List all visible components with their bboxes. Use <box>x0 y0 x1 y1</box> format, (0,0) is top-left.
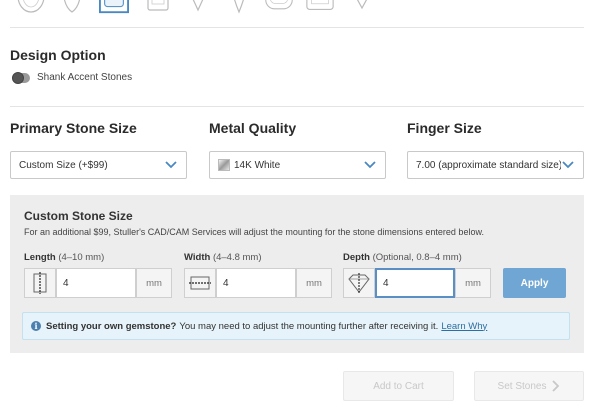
chevron-down-icon <box>561 158 575 172</box>
toggle-knob <box>12 72 24 84</box>
gemstone-info-banner: i Setting your own gemstone? You may nee… <box>22 312 570 340</box>
length-hint: (4–10 mm) <box>58 252 105 263</box>
depth-dimension-icon <box>343 268 375 298</box>
length-field-group: 4 mm <box>24 268 172 298</box>
custom-stone-size-heading: Custom Stone Size <box>24 209 133 223</box>
oval-shape-icon[interactable] <box>264 0 294 14</box>
design-option-heading: Design Option <box>10 47 106 63</box>
length-label-text: Length <box>24 252 56 263</box>
finger-size-value: 7.00 (approximate standard size) <box>416 159 561 171</box>
emerald-shape-icon[interactable] <box>143 0 173 14</box>
chevron-down-icon <box>164 158 178 172</box>
width-field-group: 4 mm <box>184 268 332 298</box>
depth-label: Depth (Optional, 0.8–4 mm) <box>343 252 462 263</box>
width-label: Width (4–4.8 mm) <box>184 252 262 263</box>
finger-size-select[interactable]: 7.00 (approximate standard size) <box>407 151 584 179</box>
custom-stone-size-panel: Custom Stone Size For an additional $99,… <box>10 195 584 353</box>
finger-size-label: Finger Size <box>407 120 482 136</box>
apply-button[interactable]: Apply <box>503 268 566 298</box>
metal-quality-label: Metal Quality <box>209 120 297 136</box>
length-input[interactable]: 4 <box>56 268 136 298</box>
add-to-cart-button[interactable]: Add to Cart <box>343 371 454 401</box>
marquise-shape-icon[interactable] <box>224 0 254 14</box>
cushion-shape-icon[interactable] <box>99 0 129 14</box>
depth-input[interactable]: 4 <box>375 268 455 298</box>
metal-quality-value: 14K White <box>234 159 281 171</box>
depth-unit: mm <box>455 268 491 298</box>
pear-shape-icon[interactable] <box>57 0 87 14</box>
learn-why-link[interactable]: Learn Why <box>441 321 487 332</box>
set-stones-label: Set Stones <box>497 380 547 392</box>
info-icon: i <box>31 321 41 331</box>
round-shape-icon[interactable] <box>16 0 46 14</box>
primary-stone-size-select[interactable]: Custom Size (+$99) <box>10 151 187 179</box>
info-bold-text: Setting your own gemstone? <box>46 320 177 332</box>
depth-field-group: 4 mm <box>343 268 491 298</box>
length-label: Length (4–10 mm) <box>24 252 104 263</box>
width-hint: (4–4.8 mm) <box>212 252 262 263</box>
radiant-shape-icon[interactable] <box>305 0 335 14</box>
width-unit: mm <box>296 268 332 298</box>
stone-shape-strip <box>0 0 600 16</box>
info-text: You may need to adjust the mounting furt… <box>179 320 439 332</box>
primary-stone-size-value: Custom Size (+$99) <box>19 159 108 171</box>
metal-quality-select[interactable]: 14K White <box>209 151 386 179</box>
heart-shape-icon[interactable] <box>183 0 213 14</box>
depth-hint: (Optional, 0.8–4 mm) <box>372 252 462 263</box>
primary-stone-size-label: Primary Stone Size <box>10 120 137 136</box>
chevron-right-icon <box>552 380 560 392</box>
width-dimension-icon <box>184 268 216 298</box>
metal-swatch-icon <box>218 159 230 171</box>
width-label-text: Width <box>184 252 211 263</box>
divider <box>10 27 584 28</box>
shank-accent-label: Shank Accent Stones <box>37 72 133 83</box>
shank-accent-toggle[interactable] <box>12 72 30 84</box>
chevron-down-icon <box>363 158 377 172</box>
custom-stone-size-description: For an additional $99, Stuller's CAD/CAM… <box>24 227 484 237</box>
width-input[interactable]: 4 <box>216 268 296 298</box>
set-stones-button[interactable]: Set Stones <box>474 371 584 401</box>
trillion-shape-icon[interactable] <box>347 0 377 14</box>
length-unit: mm <box>136 268 172 298</box>
depth-label-text: Depth <box>343 252 370 263</box>
length-dimension-icon <box>24 268 56 298</box>
divider <box>10 106 584 107</box>
